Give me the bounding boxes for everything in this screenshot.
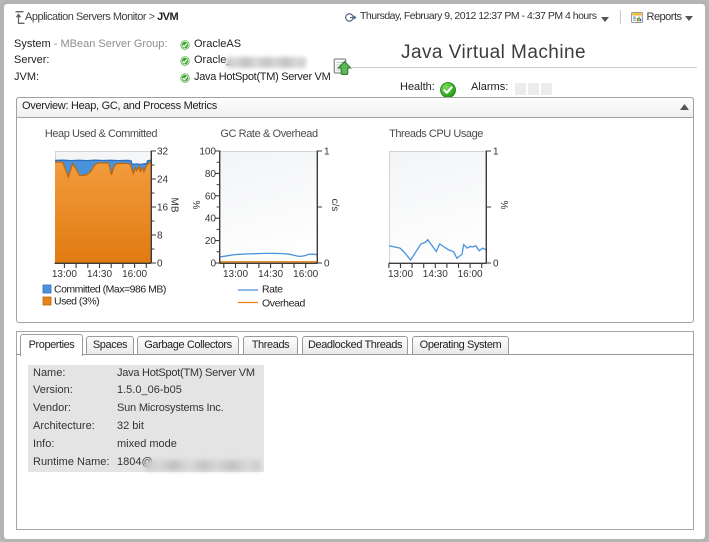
svg-text:Threads CPU Usage: Threads CPU Usage (389, 128, 483, 140)
svg-text:0: 0 (493, 259, 499, 270)
svg-text:14:30: 14:30 (423, 269, 448, 280)
svg-text:20: 20 (205, 236, 217, 247)
svg-text:80: 80 (205, 169, 217, 180)
svg-text:Committed (Max=986 MB): Committed (Max=986 MB) (54, 284, 166, 296)
svg-text:c/s: c/s (329, 199, 340, 212)
svg-text:GC Rate & Overhead: GC Rate & Overhead (220, 128, 318, 140)
svg-text:0: 0 (324, 259, 330, 270)
svg-text:0: 0 (157, 259, 163, 270)
svg-text:60: 60 (205, 191, 217, 202)
svg-text:0: 0 (210, 259, 216, 270)
svg-text:13:00: 13:00 (52, 269, 77, 280)
svg-text:14:30: 14:30 (258, 269, 283, 280)
svg-text:24: 24 (157, 175, 169, 186)
svg-text:Overhead: Overhead (262, 298, 305, 310)
svg-text:13:00: 13:00 (388, 269, 413, 280)
svg-text:14:30: 14:30 (87, 269, 112, 280)
svg-text:MB: MB (169, 198, 180, 213)
svg-text:16:00: 16:00 (293, 269, 318, 280)
svg-text:13:00: 13:00 (223, 269, 248, 280)
svg-text:16:00: 16:00 (458, 269, 483, 280)
svg-text:1: 1 (324, 147, 330, 158)
svg-text:%: % (190, 201, 201, 210)
svg-text:Rate: Rate (262, 284, 283, 296)
svg-text:%: % (498, 201, 509, 210)
svg-text:8: 8 (157, 231, 163, 242)
svg-text:32: 32 (157, 147, 169, 158)
svg-text:16: 16 (157, 203, 169, 214)
svg-text:Heap Used & Committed: Heap Used & Committed (45, 128, 158, 140)
svg-text:Used (3%): Used (3%) (54, 296, 99, 308)
svg-text:16:00: 16:00 (122, 269, 147, 280)
svg-text:1: 1 (493, 147, 499, 158)
svg-text:100: 100 (199, 147, 216, 158)
svg-text:40: 40 (205, 214, 217, 225)
